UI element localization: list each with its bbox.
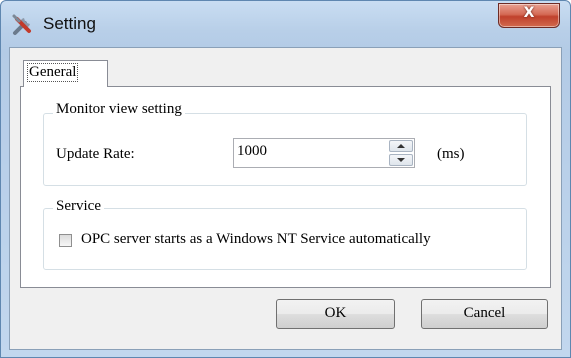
service-legend: Service xyxy=(53,198,104,215)
tab-general[interactable]: General xyxy=(23,60,108,87)
cancel-button[interactable]: Cancel xyxy=(421,299,548,329)
window-title: Setting xyxy=(43,14,96,33)
update-rate-label: Update Rate: xyxy=(56,146,135,162)
close-icon: X xyxy=(523,5,535,21)
title-bar[interactable]: Setting X xyxy=(1,1,570,47)
ok-button[interactable]: OK xyxy=(276,299,395,329)
arrow-down-icon xyxy=(397,158,405,162)
update-rate-unit: (ms) xyxy=(437,146,465,162)
nt-service-checkbox-label[interactable]: OPC server starts as a Windows NT Servic… xyxy=(81,231,431,248)
close-button[interactable]: X xyxy=(498,3,560,28)
tab-general-label: General xyxy=(26,63,79,82)
update-rate-stepper[interactable]: 1000 xyxy=(233,138,415,168)
monitor-view-legend: Monitor view setting xyxy=(53,101,185,118)
nt-service-checkbox[interactable] xyxy=(59,234,72,247)
update-rate-input[interactable]: 1000 xyxy=(237,143,267,160)
decrement-button[interactable] xyxy=(389,154,413,166)
stepper-buttons xyxy=(389,140,413,166)
increment-button[interactable] xyxy=(389,140,413,152)
arrow-up-icon xyxy=(397,144,405,148)
tools-icon xyxy=(12,14,31,35)
